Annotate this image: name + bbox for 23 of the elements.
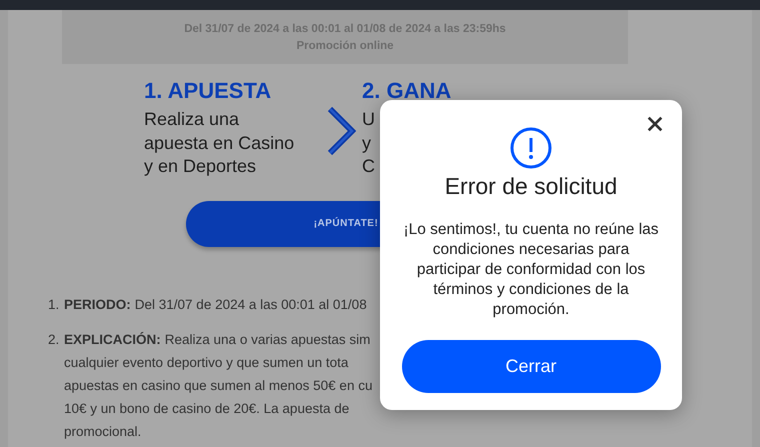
term-label: PERIODO: xyxy=(64,296,131,312)
term-text: apuestas en casino que sumen al menos 50€ en cu xyxy=(64,378,372,392)
dialog-title: Error de solicitud xyxy=(444,173,618,200)
term-text: Realiza una o varias apuestas sim xyxy=(164,332,370,346)
step-text: y en Deportes xyxy=(144,155,258,178)
step-text: Realiza una xyxy=(144,108,240,131)
step-text: C xyxy=(362,155,376,178)
close-icon[interactable] xyxy=(646,115,664,133)
step-text: U xyxy=(362,108,376,131)
step-title: 1. APUESTA xyxy=(144,80,272,102)
list-number: 1. xyxy=(48,296,60,314)
term-text: promocional. xyxy=(64,424,142,438)
alert-icon xyxy=(509,126,553,170)
term-text: cualquier evento deportivo y que sumen un tota xyxy=(64,354,348,370)
step-text: apuesta en Casino xyxy=(144,132,296,155)
list-number: 2. xyxy=(48,330,60,348)
chevron-icon xyxy=(326,106,356,156)
term-text: 10€ y un bono de casino de 20€. La apuesta de xyxy=(64,400,350,416)
step-title: 2. GANA xyxy=(362,80,452,102)
step-text: y xyxy=(362,132,372,155)
term-text: Del 31/07 de 2024 a las 00:01 al 01/08 xyxy=(134,296,367,312)
close-button[interactable]: Cerrar xyxy=(402,340,660,393)
term-label: EXPLICACIÓN: xyxy=(64,332,161,346)
